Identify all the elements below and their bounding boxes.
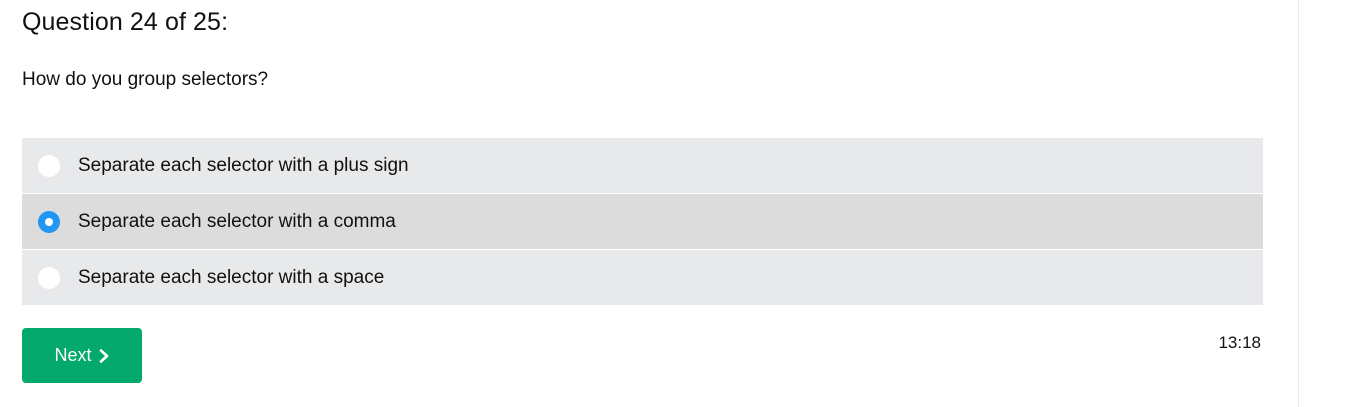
question-heading: Question 24 of 25: <box>22 8 229 36</box>
answer-option-space[interactable]: Separate each selector with a space <box>22 250 1263 305</box>
answer-option-label: Separate each selector with a space <box>78 266 385 288</box>
answer-option-comma[interactable]: Separate each selector with a comma <box>22 194 1263 249</box>
right-divider <box>1298 0 1299 407</box>
answer-option-label: Separate each selector with a plus sign <box>78 154 409 176</box>
chevron-right-icon <box>99 348 108 363</box>
next-button-label: Next <box>54 345 92 365</box>
quiz-timer: 13:18 <box>1218 333 1261 352</box>
radio-button-unchecked[interactable] <box>38 154 60 177</box>
answer-options: Separate each selector with a plus sign … <box>22 138 1263 306</box>
answer-option-label: Separate each selector with a comma <box>78 210 396 232</box>
next-button[interactable]: Next <box>22 328 142 383</box>
radio-button-unchecked[interactable] <box>38 266 60 289</box>
radio-button-checked[interactable] <box>38 210 60 233</box>
answer-option-plus-sign[interactable]: Separate each selector with a plus sign <box>22 138 1263 193</box>
question-text: How do you group selectors? <box>22 69 269 90</box>
quiz-page: Question 24 of 25: How do you group sele… <box>0 0 1354 407</box>
